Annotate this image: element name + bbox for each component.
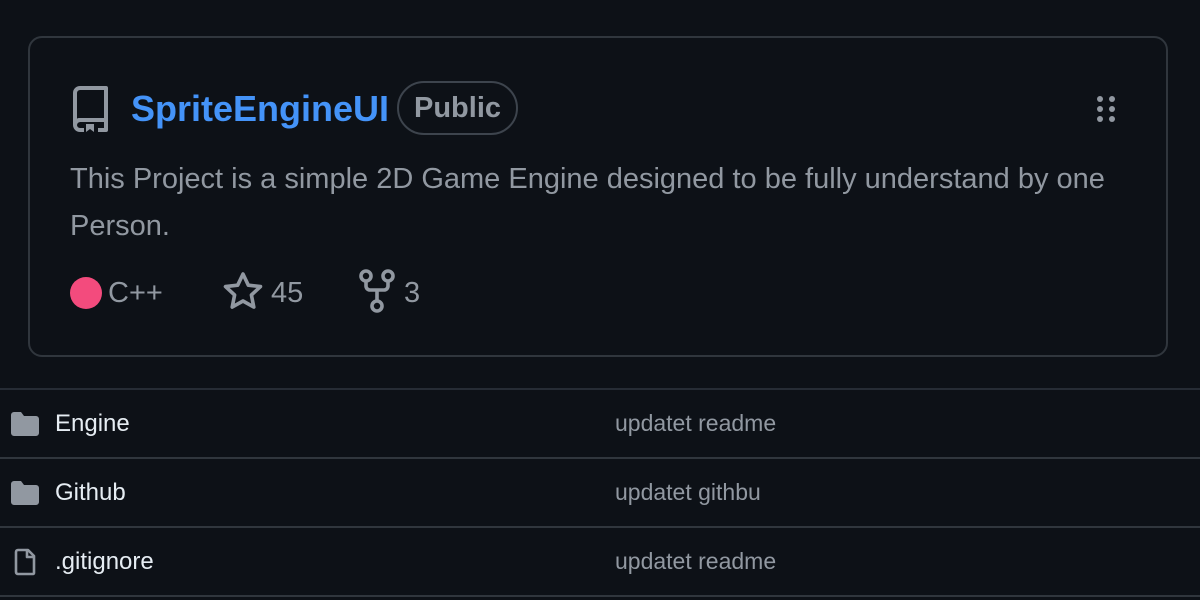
page: SpriteEngineUI Public This Project is a …	[0, 0, 1200, 600]
file-list: Engine updatet readme Github updatet git…	[0, 388, 1200, 600]
folder-icon	[11, 412, 39, 436]
folder-icon	[11, 481, 39, 505]
file-row[interactable]: Github updatet githbu	[0, 459, 1200, 528]
visibility-badge: Public	[397, 81, 518, 135]
repo-name-link[interactable]: SpriteEngineUI	[131, 84, 389, 134]
commit-message-link[interactable]: updatet readme	[615, 390, 776, 457]
repo-icon	[73, 86, 108, 132]
language-name: C++	[108, 277, 163, 309]
grip-vertical-icon[interactable]	[1094, 94, 1118, 124]
language-color-dot	[70, 277, 102, 309]
file-name-link[interactable]: Github	[55, 459, 126, 526]
repo-description: This Project is a simple 2D Game Engine …	[70, 163, 1105, 242]
file-name-link[interactable]: .gitignore	[55, 528, 154, 595]
file-row[interactable]: Engine updatet readme	[0, 390, 1200, 459]
file-icon	[14, 548, 36, 576]
fork-icon[interactable]	[358, 269, 396, 313]
commit-message-link[interactable]: updatet githbu	[615, 459, 761, 526]
file-row[interactable]: .gitignore updatet readme	[0, 528, 1200, 597]
file-name-link[interactable]: Engine	[55, 390, 130, 457]
fork-count[interactable]: 3	[404, 272, 420, 314]
star-count[interactable]: 45	[271, 272, 303, 314]
star-icon[interactable]	[222, 271, 264, 311]
commit-message-link[interactable]: updatet readme	[615, 528, 776, 595]
